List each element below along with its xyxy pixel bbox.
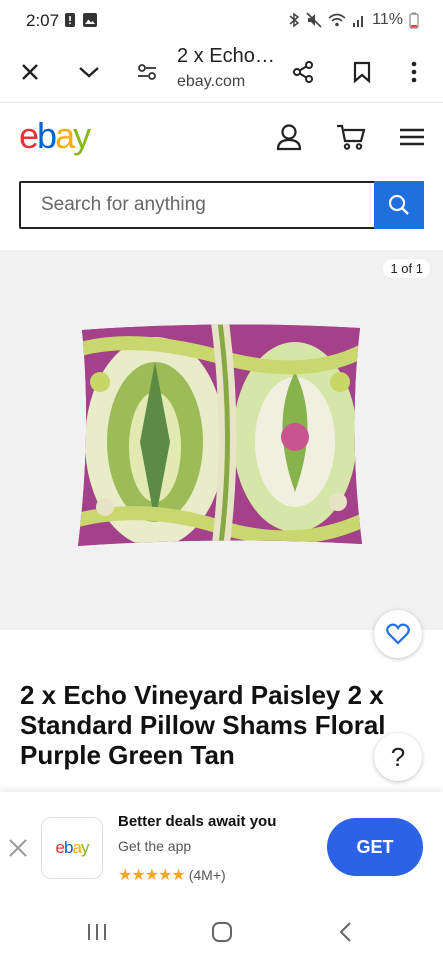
home-button[interactable] xyxy=(211,921,233,943)
status-bar: 2:07 11% xyxy=(0,0,443,42)
search-input[interactable] xyxy=(21,183,376,227)
bookmark-button[interactable] xyxy=(344,54,380,90)
recents-icon xyxy=(88,924,106,940)
rating-stars: ★★★★★ xyxy=(118,867,186,884)
product-title: 2 x Echo Vineyard Paisley 2 x Standard P… xyxy=(20,680,386,770)
image-counter: 1 of 1 xyxy=(383,259,430,278)
wifi-icon xyxy=(328,13,346,27)
back-button[interactable] xyxy=(338,921,354,943)
app-rating: ★★★★★ (4M+) xyxy=(118,865,226,885)
page-title[interactable]: 2 x Echo… xyxy=(177,45,275,68)
image-notification-icon xyxy=(83,13,97,27)
help-button[interactable]: ? xyxy=(374,733,422,781)
ebay-logo[interactable]: ebay xyxy=(19,115,91,157)
get-app-button[interactable]: GET xyxy=(327,818,423,876)
help-icon: ? xyxy=(390,741,406,772)
menu-icon xyxy=(400,128,424,146)
user-icon xyxy=(276,124,302,151)
watch-button[interactable] xyxy=(374,610,422,658)
search-button[interactable] xyxy=(374,181,424,229)
signal-icon xyxy=(353,16,364,27)
more-options-button[interactable] xyxy=(396,54,432,90)
status-time: 2:07 xyxy=(26,11,60,30)
battery-percent: 11% xyxy=(372,11,403,28)
close-icon xyxy=(22,64,38,80)
bookmark-icon xyxy=(353,61,371,83)
product-image xyxy=(78,324,362,547)
home-icon xyxy=(212,922,232,942)
bluetooth-icon xyxy=(289,12,300,28)
alert-notification-icon xyxy=(65,13,75,27)
cart-button[interactable] xyxy=(336,123,366,151)
heart-icon xyxy=(386,623,410,645)
share-icon xyxy=(293,61,313,83)
cart-icon xyxy=(337,124,366,150)
page-host[interactable]: ebay.com xyxy=(177,73,245,91)
search-bar xyxy=(19,181,424,229)
site-settings-button[interactable] xyxy=(129,54,165,90)
app-install-banner: ebay Better deals await you Get the app … xyxy=(0,792,443,902)
banner-close-button[interactable] xyxy=(8,837,28,865)
tune-icon xyxy=(138,64,156,80)
rating-count: (4M+) xyxy=(188,867,226,883)
account-button[interactable] xyxy=(276,123,304,151)
back-icon xyxy=(339,922,351,942)
close-tab-button[interactable] xyxy=(12,54,48,90)
minimize-button[interactable] xyxy=(71,54,107,90)
close-icon xyxy=(9,839,27,857)
status-notification-icons xyxy=(64,12,98,28)
menu-button[interactable] xyxy=(399,127,425,147)
status-right: 11% xyxy=(288,11,419,29)
search-icon xyxy=(388,194,409,215)
mute-icon xyxy=(306,12,322,28)
product-image-gallery[interactable] xyxy=(0,250,443,630)
chevron-down-icon xyxy=(79,67,99,78)
banner-subline: Get the app xyxy=(118,838,192,854)
banner-headline: Better deals await you xyxy=(118,813,277,830)
ebay-app-logo-text: ebay xyxy=(55,838,90,857)
share-button[interactable] xyxy=(285,54,321,90)
browser-toolbar: 2 x Echo… ebay.com xyxy=(0,42,443,103)
ebay-header: ebay xyxy=(0,103,443,173)
more-vert-icon xyxy=(411,61,417,83)
android-nav-bar xyxy=(0,902,443,960)
recents-button[interactable] xyxy=(86,922,110,942)
battery-icon xyxy=(409,12,419,29)
ebay-app-logo: ebay xyxy=(41,817,103,879)
